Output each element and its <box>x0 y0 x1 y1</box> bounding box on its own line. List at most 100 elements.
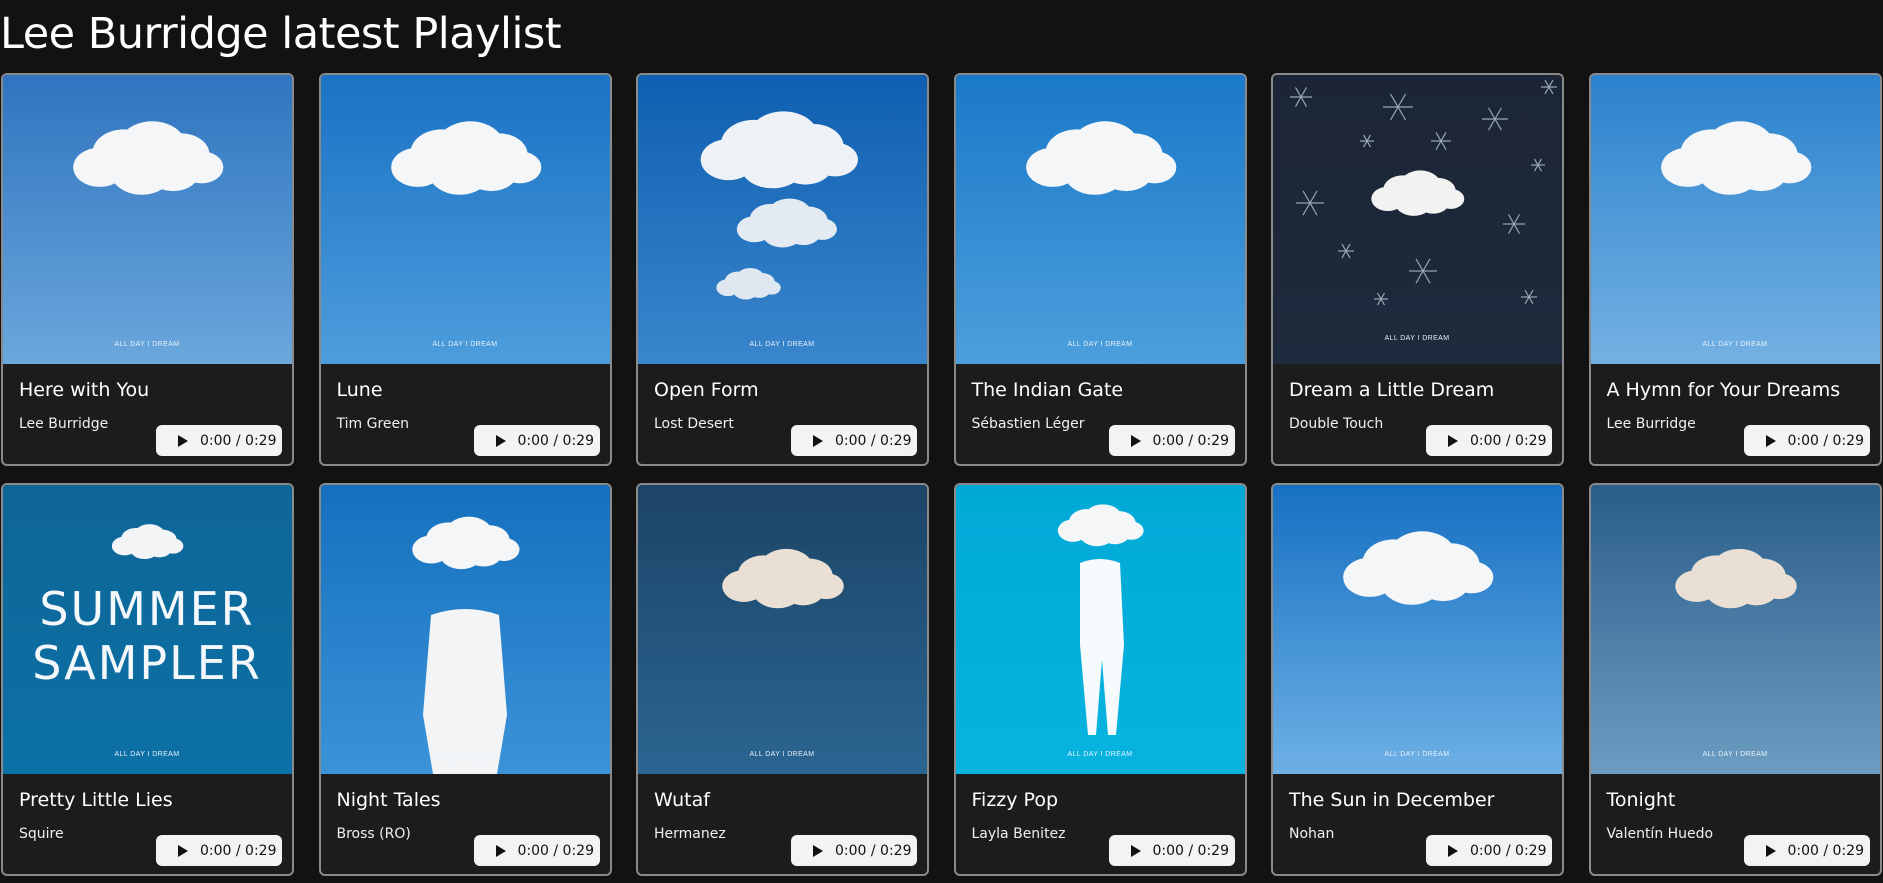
cover-background <box>955 75 1245 364</box>
track-info: Fizzy Pop Layla Benitez 0:00 / 0:29 <box>956 774 1245 874</box>
audio-player[interactable]: 0:00 / 0:29 <box>791 835 917 866</box>
audio-player[interactable]: 0:00 / 0:29 <box>156 425 282 456</box>
album-cover: ALL DAY I DREAM <box>320 75 610 364</box>
play-icon[interactable] <box>178 844 188 857</box>
play-icon[interactable] <box>813 844 823 857</box>
track-info: The Sun in December Nohan 0:00 / 0:29 <box>1273 774 1562 874</box>
audio-player[interactable]: 0:00 / 0:29 <box>1426 835 1552 866</box>
play-icon[interactable] <box>1130 434 1141 447</box>
audio-player[interactable]: 0:00 / 0:29 <box>1108 425 1235 456</box>
track-card: ALL DAY I DREAM The Indian Gate Sébastien … <box>953 73 1247 466</box>
cover-image: ALL DAY I DREAM <box>1273 485 1562 774</box>
cover-background <box>638 485 927 774</box>
cover-sampler-line: SUMMER <box>39 582 254 636</box>
play-icon[interactable] <box>813 434 823 447</box>
play-icon[interactable] <box>1448 434 1458 447</box>
track-title: Dream a Little Dream <box>1289 379 1495 401</box>
track-card: ALL DAY I DREAM Dream a Little Dream Doubl… <box>1271 73 1564 466</box>
track-artist: Lee Burridge <box>1606 416 1696 432</box>
track-title: Wutaf <box>654 789 710 811</box>
album-cover: ALL DAY I DREAM <box>1273 75 1562 364</box>
cover-image: ALL DAY I DREAM <box>955 75 1245 364</box>
cover-brand-text: ALL DAY I DREAM <box>1702 341 1767 348</box>
audio-time: 0:00 / 0:29 <box>1152 432 1230 449</box>
track-artist: Bross (RO) <box>336 826 411 842</box>
track-info: Open Form Lost Desert 0:00 / 0:29 <box>638 364 927 464</box>
cover-brand-text: ALL DAY I DREAM <box>749 751 814 758</box>
play-icon[interactable] <box>495 434 506 447</box>
track-artist: Tim Green <box>336 416 410 432</box>
play-icon[interactable] <box>1130 844 1141 857</box>
album-cover: ALL DAY I DREAM <box>320 485 610 774</box>
track-title: Tonight <box>1606 789 1676 811</box>
track-artist: Double Touch <box>1289 416 1384 432</box>
play-icon[interactable] <box>1448 844 1458 857</box>
play-icon[interactable] <box>1765 434 1776 447</box>
track-artist: Valentín Huedo <box>1606 826 1714 842</box>
audio-player[interactable]: 0:00 / 0:29 <box>1108 835 1235 866</box>
track-title: Fizzy Pop <box>971 789 1059 811</box>
track-info: A Hymn for Your Dreams Lee Burridge 0:00 /… <box>1591 364 1880 464</box>
track-card: ALL DAY I DREAM Wutaf Hermanez 0:00 / 0:29 <box>636 483 929 876</box>
track-card: ALL DAY I DREAM Night Tales Bross (RO) 0:00… <box>318 483 612 876</box>
album-cover: ALL DAY I DREAM <box>1273 485 1562 774</box>
cover-image: ALL DAY I DREAM <box>955 485 1245 774</box>
album-cover: ALL DAY I DREAM <box>955 485 1245 774</box>
track-artist: Layla Benitez <box>971 826 1066 842</box>
audio-time: 0:00 / 0:29 <box>200 842 277 859</box>
album-cover: ALL DAY I DREAM <box>1590 485 1880 774</box>
cover-brand-text: ALL DAY I DREAM <box>114 341 179 348</box>
audio-time: 0:00 / 0:29 <box>1470 432 1547 449</box>
cover-brand-text: ALL DAY I DREAM <box>1384 751 1449 758</box>
cover-image: ALL DAY I DREAM <box>638 75 927 364</box>
track-info: Wutaf Hermanez 0:00 / 0:29 <box>638 774 927 874</box>
cover-brand-text: ALL DAY I DREAM <box>749 341 814 348</box>
audio-time: 0:00 / 0:29 <box>517 432 595 449</box>
cover-background <box>1273 75 1562 364</box>
cover-brand-text: ALL DAY I DREAM <box>432 756 497 763</box>
play-icon[interactable] <box>495 844 506 857</box>
track-title: Lune <box>336 379 383 401</box>
audio-player[interactable]: 0:00 / 0:29 <box>791 425 917 456</box>
track-title: Open Form <box>654 379 759 401</box>
track-title: The Sun in December <box>1289 789 1495 811</box>
audio-player[interactable]: 0:00 / 0:29 <box>473 835 600 866</box>
audio-time: 0:00 / 0:29 <box>517 842 595 859</box>
cover-background <box>1273 485 1562 774</box>
cover-brand-text: ALL DAY I DREAM <box>1702 751 1767 758</box>
cover-background <box>320 75 610 364</box>
track-title: A Hymn for Your Dreams <box>1606 379 1841 401</box>
cover-image: ALL DAY I DREAM <box>1590 75 1880 364</box>
track-artist: Squire <box>19 826 64 842</box>
track-title: Here with You <box>19 379 150 401</box>
audio-player[interactable]: 0:00 / 0:29 <box>1743 835 1870 866</box>
play-icon[interactable] <box>178 434 188 447</box>
track-info: Here with You Lee Burridge 0:00 / 0:29 <box>3 364 292 464</box>
playlist-grid: ALL DAY I DREAM Here with You Lee Burridge… <box>1 73 1882 876</box>
track-artist: Nohan <box>1289 826 1335 842</box>
cover-image: ALL DAY I DREAM <box>1590 485 1880 774</box>
cover-image: ALL DAY I DREAM <box>320 485 610 774</box>
album-cover: ALL DAY I DREAM <box>955 75 1245 364</box>
audio-time: 0:00 / 0:29 <box>200 432 277 449</box>
cover-image: ALL DAY I DREAM <box>3 75 292 364</box>
track-title: Night Tales <box>336 789 441 811</box>
track-title: Pretty Little Lies <box>19 789 173 811</box>
track-artist: Sébastien Léger <box>971 416 1085 432</box>
cover-brand-text: ALL DAY I DREAM <box>114 751 179 758</box>
audio-player[interactable]: 0:00 / 0:29 <box>1426 425 1552 456</box>
cover-brand-text: ALL DAY I DREAM <box>1067 751 1132 758</box>
cover-brand-text: ALL DAY I DREAM <box>1384 335 1449 342</box>
audio-player[interactable]: 0:00 / 0:29 <box>473 425 600 456</box>
track-artist: Lee Burridge <box>19 416 109 432</box>
audio-time: 0:00 / 0:29 <box>835 432 912 449</box>
audio-time: 0:00 / 0:29 <box>1787 432 1865 449</box>
cover-background <box>3 75 292 364</box>
play-icon[interactable] <box>1765 844 1776 857</box>
album-cover: ALL DAY I DREAM <box>638 485 927 774</box>
track-card: ALL DAY I DREAM Lune Tim Green 0:00 / 0:29 <box>318 73 612 466</box>
cover-image: ALL DAY I DREAM <box>1273 75 1562 364</box>
audio-player[interactable]: 0:00 / 0:29 <box>156 835 282 866</box>
cover-image: SUMMERSAMPLER ALL DAY I DREAM <box>3 485 292 774</box>
audio-player[interactable]: 0:00 / 0:29 <box>1743 425 1870 456</box>
